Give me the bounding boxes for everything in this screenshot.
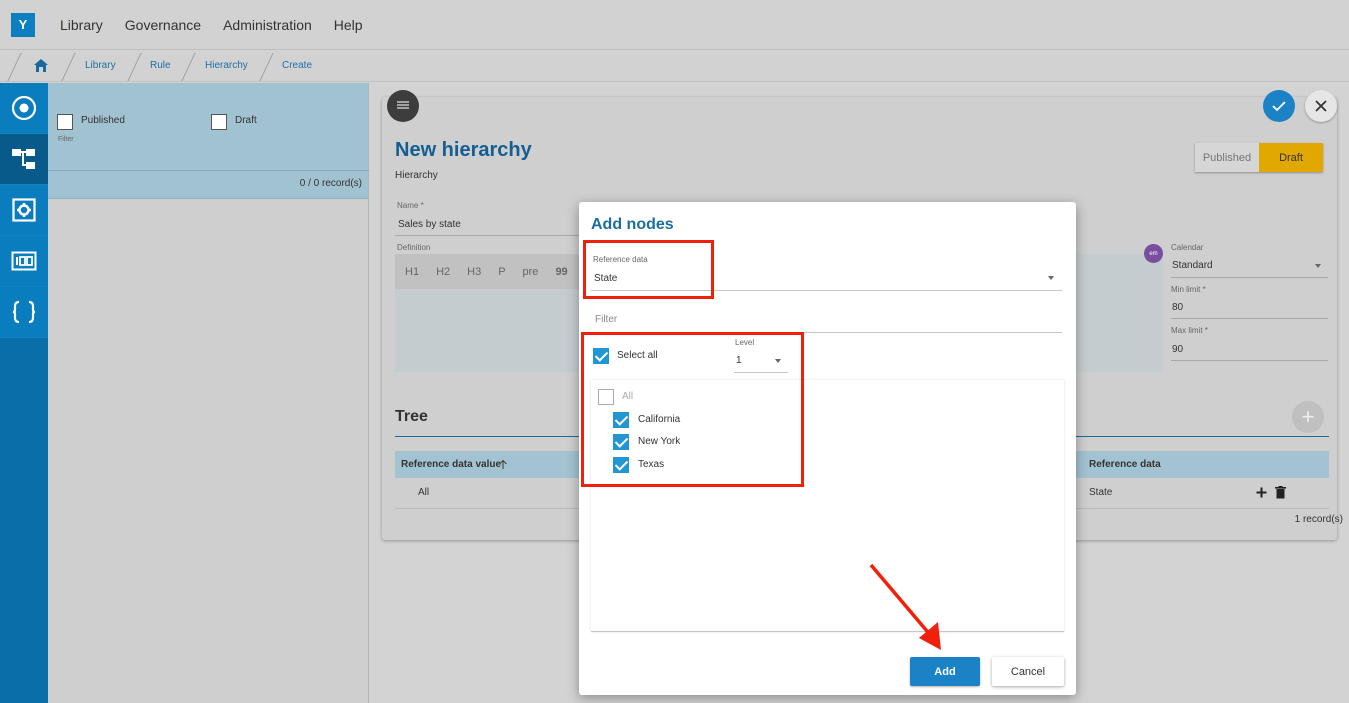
breadcrumb-rule[interactable]: Rule — [150, 60, 171, 71]
published-checkbox[interactable] — [57, 114, 73, 130]
tree-title: Tree — [395, 408, 428, 425]
left-rail — [0, 83, 48, 703]
highlight-node-selection — [581, 332, 804, 487]
min-limit-input[interactable]: 80 — [1172, 302, 1183, 313]
left-panel: Published Draft Filter 0 / 0 record(s) — [48, 83, 369, 703]
editor-quote-button[interactable]: 99 — [555, 266, 567, 278]
close-button[interactable] — [1305, 90, 1337, 122]
close-icon — [1315, 100, 1327, 112]
page-subtitle: Hierarchy — [395, 170, 438, 181]
max-limit-input[interactable]: 90 — [1172, 344, 1183, 355]
col-reference-data[interactable]: Reference data — [1089, 459, 1161, 470]
calendar-underline — [1171, 277, 1328, 278]
filter-divider — [48, 170, 369, 171]
name-underline — [395, 235, 579, 236]
hierarchy-icon — [12, 149, 35, 169]
filter-input[interactable]: Filter — [595, 314, 617, 325]
editor-area-right — [1076, 254, 1163, 372]
app-logo[interactable]: Y — [11, 12, 35, 37]
menu-administration[interactable]: Administration — [223, 17, 312, 33]
dialog-title: Add nodes — [591, 216, 674, 233]
plus-icon[interactable] — [1256, 487, 1267, 498]
top-nav: Y Library Governance Administration Help — [0, 0, 1349, 50]
rail-settings[interactable] — [0, 185, 48, 236]
record-count: 0 / 0 record(s) — [299, 178, 362, 189]
chevron-down-icon[interactable] — [1048, 276, 1054, 280]
editor-h3-button[interactable]: H3 — [467, 266, 481, 278]
definition-editor[interactable]: H1 H2 H3 P pre 99 — [395, 254, 595, 372]
breadcrumb-separator — [259, 53, 274, 81]
tree-record-count: 1 record(s) — [1294, 514, 1343, 525]
editor-pre-button[interactable]: pre — [523, 266, 539, 278]
save-button[interactable] — [1263, 90, 1295, 122]
trash-icon[interactable] — [1275, 486, 1286, 499]
menu-button[interactable] — [387, 90, 419, 122]
breadcrumb-hierarchy[interactable]: Hierarchy — [205, 60, 248, 71]
avatar[interactable]: em — [1144, 244, 1163, 263]
max-limit-underline — [1171, 360, 1328, 361]
list-icon — [397, 101, 409, 109]
draft-label: Draft — [235, 115, 257, 126]
sort-up-icon[interactable] — [498, 459, 508, 470]
breadcrumb-separator — [127, 53, 142, 81]
left-panel-filter: Published Draft Filter 0 / 0 record(s) — [48, 83, 369, 199]
rail-counter[interactable] — [0, 236, 48, 287]
check-icon — [1272, 101, 1286, 112]
editor-p-button[interactable]: P — [498, 266, 505, 278]
plus-icon: + — [1301, 404, 1315, 429]
editor-h1-button[interactable]: H1 — [405, 266, 419, 278]
calendar-label: Calendar — [1171, 243, 1204, 252]
editor-h2-button[interactable]: H2 — [436, 266, 450, 278]
arrow-annotation-icon — [869, 563, 941, 650]
col-reference-data-value[interactable]: Reference data value — [401, 459, 501, 470]
rail-target[interactable] — [0, 83, 48, 134]
breadcrumb-separator — [181, 53, 196, 81]
breadcrumb-library[interactable]: Library — [85, 60, 116, 71]
breadcrumb-separator — [61, 53, 76, 81]
menu-help[interactable]: Help — [334, 17, 363, 33]
min-limit-label: Min limit * — [1171, 285, 1206, 294]
name-label: Name * — [397, 201, 424, 210]
cancel-button[interactable]: Cancel — [992, 657, 1064, 686]
main-menu: Library Governance Administration Help — [60, 17, 385, 33]
tree-row-value: All — [418, 487, 430, 498]
braces-icon — [12, 300, 36, 324]
rail-hierarchy[interactable] — [0, 134, 48, 185]
rail-braces[interactable] — [0, 287, 48, 338]
menu-governance[interactable]: Governance — [125, 17, 201, 33]
highlight-reference-data — [583, 240, 714, 299]
page-title: New hierarchy — [395, 139, 532, 161]
status-draft-option[interactable]: Draft — [1259, 143, 1323, 172]
tree-row-reference: State — [1089, 487, 1113, 498]
editor-toolbar: H1 H2 H3 P pre 99 — [395, 254, 595, 289]
draft-checkbox[interactable] — [211, 114, 227, 130]
menu-library[interactable]: Library — [60, 17, 103, 33]
min-limit-underline — [1171, 318, 1328, 319]
counter-icon — [11, 251, 37, 271]
calendar-select[interactable]: Standard — [1172, 260, 1213, 271]
definition-label: Definition — [397, 243, 431, 252]
target-icon — [11, 95, 37, 121]
breadcrumb-separator — [7, 53, 22, 81]
filter-label: Filter — [58, 136, 74, 143]
status-published-option[interactable]: Published — [1195, 143, 1259, 172]
add-button[interactable]: Add — [910, 657, 980, 686]
name-input[interactable]: Sales by state — [398, 219, 461, 230]
status-toggle: Published Draft — [1195, 143, 1323, 172]
max-limit-label: Max limit * — [1171, 326, 1208, 335]
breadcrumb: Library Rule Hierarchy Create — [0, 51, 1349, 82]
breadcrumb-create[interactable]: Create — [282, 60, 312, 71]
gear-box-icon — [12, 198, 36, 222]
chevron-down-icon — [1315, 264, 1321, 268]
published-label: Published — [81, 115, 125, 126]
add-node-button[interactable]: + — [1292, 401, 1324, 433]
home-icon[interactable] — [33, 58, 49, 76]
